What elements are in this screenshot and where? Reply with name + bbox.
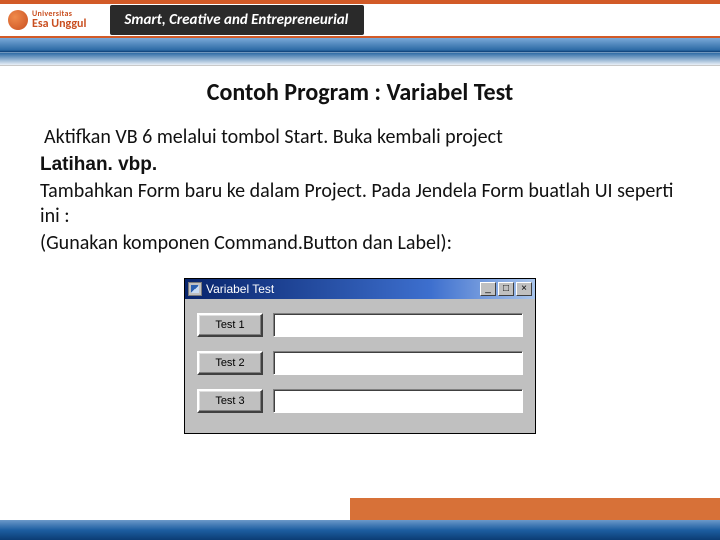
project-filename: Latihan. vbp. (40, 154, 157, 175)
form-client-area: Test 1 Test 2 Test 3 (185, 299, 535, 433)
slide-content: Contoh Program : Variabel Test Aktifkan … (0, 66, 720, 434)
footer-blue-bar (0, 520, 720, 540)
minimize-button[interactable]: _ (480, 282, 496, 296)
command-button-test1[interactable]: Test 1 (197, 313, 263, 337)
form-row: Test 2 (197, 351, 523, 375)
university-logo: Universitas Esa Unggul (8, 10, 86, 30)
window-titlebar[interactable]: Variabel Test _ □ × (185, 279, 535, 299)
university-header: Universitas Esa Unggul Smart, Creative a… (0, 0, 720, 38)
label-output-2 (273, 351, 523, 375)
close-button[interactable]: × (516, 282, 532, 296)
maximize-button[interactable]: □ (498, 282, 514, 296)
label-output-1 (273, 313, 523, 337)
form-row: Test 3 (197, 389, 523, 413)
instruction-line-1a: Aktifkan VB 6 melalui tombol Start. Buka… (44, 125, 503, 149)
footer-orange-bar (350, 498, 720, 520)
command-button-test2[interactable]: Test 2 (197, 351, 263, 375)
label-output-3 (273, 389, 523, 413)
command-button-test3[interactable]: Test 3 (197, 389, 263, 413)
slide-title: Contoh Program : Variabel Test (40, 78, 680, 107)
university-tagline: Smart, Creative and Entrepreneurial (110, 5, 364, 35)
instruction-line-3: (Gunakan komponen Command.Button dan Lab… (40, 231, 680, 256)
vb-form-window: Variabel Test _ □ × Test 1 Test 2 Test 3 (184, 278, 536, 434)
instruction-line-1: Aktifkan VB 6 melalui tombol Start. Buka… (44, 125, 680, 150)
window-title: Variabel Test (206, 282, 476, 296)
instruction-line-2: Tambahkan Form baru ke dalam Project. Pa… (40, 179, 680, 229)
university-name: Esa Unggul (32, 18, 86, 30)
form-row: Test 1 (197, 313, 523, 337)
instruction-project-name: Latihan. vbp. (40, 152, 680, 177)
form-icon (188, 282, 202, 296)
footer-bars (0, 498, 720, 540)
decorative-blue-strip (0, 38, 720, 66)
logo-icon (8, 10, 28, 30)
